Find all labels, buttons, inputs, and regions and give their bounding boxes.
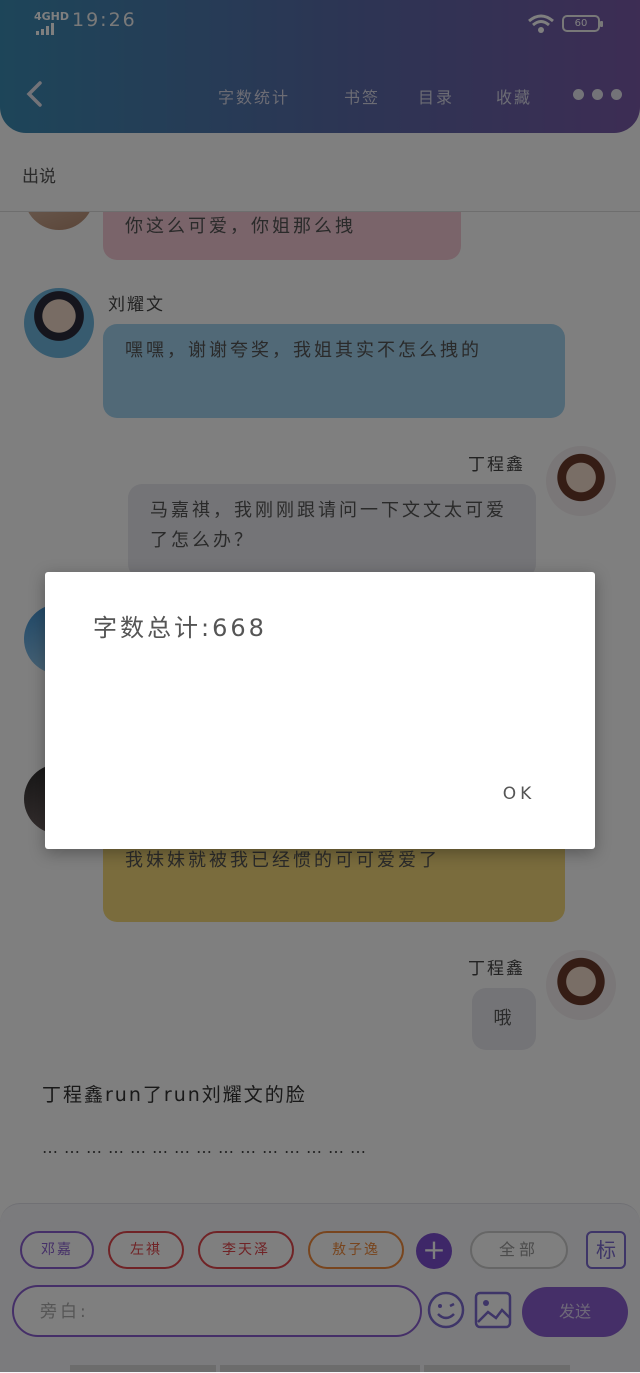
word-count-dialog: 字数总计:668 OK bbox=[45, 572, 595, 849]
dialog-message: 字数总计:668 bbox=[93, 614, 267, 642]
ok-button[interactable]: OK bbox=[489, 778, 549, 810]
